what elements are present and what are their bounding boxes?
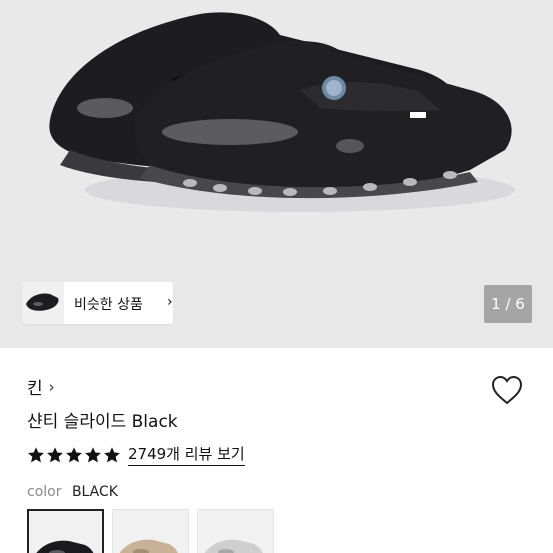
- color-swatch-grey[interactable]: [197, 509, 274, 553]
- similar-products-thumbnail: [22, 282, 64, 324]
- chevron-right-icon: ›: [48, 377, 55, 396]
- color-swatch-black[interactable]: [27, 509, 104, 553]
- chevron-right-icon: ›: [167, 294, 173, 310]
- swatch-image: [36, 540, 94, 553]
- similar-products-button[interactable]: 비슷한 상품 ›: [22, 282, 173, 324]
- star-rating: [27, 446, 121, 464]
- color-swatch-beige[interactable]: [112, 509, 189, 553]
- color-row: color BLACK: [27, 484, 118, 500]
- color-value: BLACK: [71, 484, 118, 500]
- brand-name: 킨: [27, 379, 43, 399]
- rating-row: 2749개 리뷰 보기: [27, 443, 245, 466]
- star-filled-icon: [66, 446, 82, 462]
- product-image-gallery[interactable]: 비슷한 상품 › 1 / 6: [0, 0, 553, 348]
- star-filled-icon: [85, 446, 101, 462]
- heart-outline-icon: [491, 375, 523, 405]
- image-pager-indicator: 1 / 6: [484, 285, 532, 323]
- product-title: 샨티 슬라이드 Black: [27, 412, 178, 432]
- similar-products-label: 비슷한 상품: [74, 297, 143, 313]
- color-label: color: [27, 484, 62, 500]
- brand-link[interactable]: 킨 ›: [27, 374, 55, 400]
- swatch-image: [119, 539, 178, 553]
- star-filled-icon: [28, 446, 44, 462]
- star-filled-icon: [104, 446, 120, 462]
- review-link[interactable]: 2749개 리뷰 보기: [128, 443, 245, 466]
- favorite-button[interactable]: [490, 374, 524, 406]
- star-filled-icon: [47, 446, 63, 462]
- swatch-image: [204, 539, 263, 553]
